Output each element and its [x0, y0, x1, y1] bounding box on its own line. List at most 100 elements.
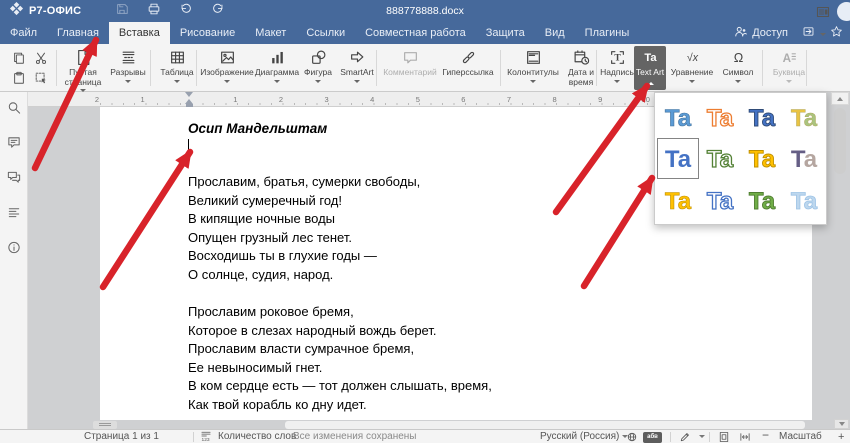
textart-label: Text Art [634, 68, 666, 87]
sidebar-info-button[interactable] [6, 240, 21, 260]
zoom-out-button[interactable]: − [762, 429, 769, 441]
toolbar-settings-icon [815, 4, 831, 25]
chevron-down-icon [614, 80, 620, 83]
page-indicator[interactable]: Страница 1 из 1 [84, 431, 159, 443]
sidebar-chat-button[interactable] [6, 170, 21, 190]
globe-icon [626, 435, 638, 443]
spellcheck-toggle[interactable]: абв [643, 432, 662, 443]
fit-page-icon[interactable] [718, 431, 730, 443]
toolbar-settings-button[interactable] [810, 4, 836, 44]
paste-button[interactable] [8, 68, 30, 88]
tab-вставка[interactable]: Вставка [109, 22, 170, 44]
redo-button[interactable] [205, 0, 231, 22]
select-button[interactable] [30, 68, 52, 88]
poem-line: Прославим роковое бремя, [188, 303, 492, 322]
table-icon [169, 49, 186, 66]
horizontal-scrollbar-thumb[interactable] [285, 421, 805, 429]
vertical-scrollbar-thumb[interactable] [834, 108, 846, 174]
tab-вид[interactable]: Вид [535, 22, 575, 44]
datetime-button[interactable]: Дата и время [562, 46, 600, 90]
shape-button[interactable]: Фигура [300, 46, 336, 90]
smartart-button[interactable]: SmartArt [336, 46, 378, 90]
textart-button[interactable]: TaText Art [634, 46, 666, 90]
fit-width-icon[interactable] [739, 431, 751, 443]
chart-icon [269, 49, 286, 66]
toolbar-group-6: √xУравнениеΩСимвол [666, 46, 758, 90]
textart-style-option[interactable]: Ta [783, 96, 825, 138]
scroll-down-button[interactable] [834, 419, 849, 429]
cut-button[interactable] [30, 48, 52, 68]
tab-защита[interactable]: Защита [476, 22, 535, 44]
word-count-button[interactable]: Количество слов [218, 431, 296, 443]
breaks-button[interactable]: Разрывы [106, 46, 150, 90]
svg-text:Ta: Ta [707, 188, 734, 215]
symbol-icon: Ω [730, 49, 747, 66]
zoom-in-button[interactable]: + [838, 431, 844, 443]
undo-button[interactable] [173, 0, 199, 22]
table-button[interactable]: Таблица [154, 46, 200, 90]
redo-icon [211, 2, 225, 21]
toolbar-separator [806, 50, 807, 86]
save-button[interactable] [109, 0, 135, 22]
textart-style-option[interactable]: Ta [783, 138, 825, 180]
textart-style-option[interactable]: Ta [699, 179, 741, 221]
symbol-button[interactable]: ΩСимвол [718, 46, 758, 90]
avatar[interactable] [837, 2, 850, 21]
equation-button[interactable]: √xУравнение [666, 46, 718, 90]
tab-макет[interactable]: Макет [245, 22, 296, 44]
textart-gallery-dropdown: TaTaTaTaTaTaTaTaTaTaTaTa [654, 92, 827, 225]
shape-label: Фигура [304, 68, 332, 78]
hyperlink-button[interactable]: Гиперссылка [438, 46, 498, 90]
tab-главная[interactable]: Главная [47, 22, 109, 44]
language-selector[interactable]: Русский (Россия) [540, 431, 628, 443]
headerfooter-label: Колонтитулы [507, 68, 559, 78]
first-line-indent-marker[interactable] [185, 92, 193, 97]
toolbar-separator [376, 50, 377, 86]
textart-style-option[interactable]: Ta [657, 96, 699, 138]
smartart-icon [349, 49, 366, 66]
tab-рисование[interactable]: Рисование [170, 22, 245, 44]
cut-icon [34, 51, 48, 65]
toolbar-separator [150, 50, 151, 86]
tab-файл[interactable]: Файл [0, 22, 47, 44]
print-button[interactable] [141, 0, 167, 22]
copy-button[interactable] [8, 48, 30, 68]
bottom-left-control[interactable] [93, 421, 117, 429]
sidebar-search-button[interactable] [6, 100, 21, 120]
access-button[interactable]: Доступ [734, 25, 788, 42]
chart-button[interactable]: Диаграмма [254, 46, 300, 90]
tab-ссылки[interactable]: Ссылки [296, 22, 355, 44]
sidebar-headings-button[interactable] [6, 205, 21, 225]
scroll-up-button[interactable] [831, 92, 849, 105]
poem-author-heading: Осип Мандельштам [188, 121, 327, 136]
textbox-button[interactable]: TНадпись [600, 46, 634, 90]
blankpage-button[interactable]: Пустая страница [60, 46, 106, 90]
chevron-down-icon [315, 80, 321, 83]
textart-style-option[interactable]: Ta [657, 179, 699, 221]
ruler-number: 1 [233, 95, 237, 104]
chevron-down-icon [786, 80, 792, 83]
poem-line: Ее невыносимый гнет. [188, 359, 492, 378]
textart-style-option[interactable]: Ta [741, 138, 783, 180]
sidebar-comment-bubble-button[interactable] [6, 135, 21, 155]
headerfooter-button[interactable]: Колонтитулы [504, 46, 562, 90]
toolbar-separator [56, 50, 57, 86]
textart-style-option[interactable]: Ta [699, 96, 741, 138]
datetime-label: Дата и время [562, 68, 600, 87]
textart-style-option[interactable]: Ta [699, 138, 741, 180]
image-button[interactable]: Изображение [200, 46, 254, 90]
poem-line: В кипящие ночные воды [188, 210, 420, 229]
textart-style-option[interactable]: Ta [741, 96, 783, 138]
undo-icon [179, 2, 193, 21]
textart-style-option[interactable]: Ta [741, 179, 783, 221]
globe-icon[interactable] [626, 431, 638, 443]
textart-style-selected[interactable]: Ta [657, 138, 699, 180]
tab-плагины[interactable]: Плагины [575, 22, 640, 44]
equation-label: Уравнение [671, 68, 714, 78]
ruler-number: 10 [642, 95, 650, 104]
textart-style-option[interactable]: Ta [783, 179, 825, 221]
ruler-number: 2 [95, 95, 99, 104]
tab-совместная-работа[interactable]: Совместная работа [355, 22, 476, 44]
ruler-number: 8 [553, 95, 557, 104]
review-mode-icon[interactable] [679, 431, 691, 443]
